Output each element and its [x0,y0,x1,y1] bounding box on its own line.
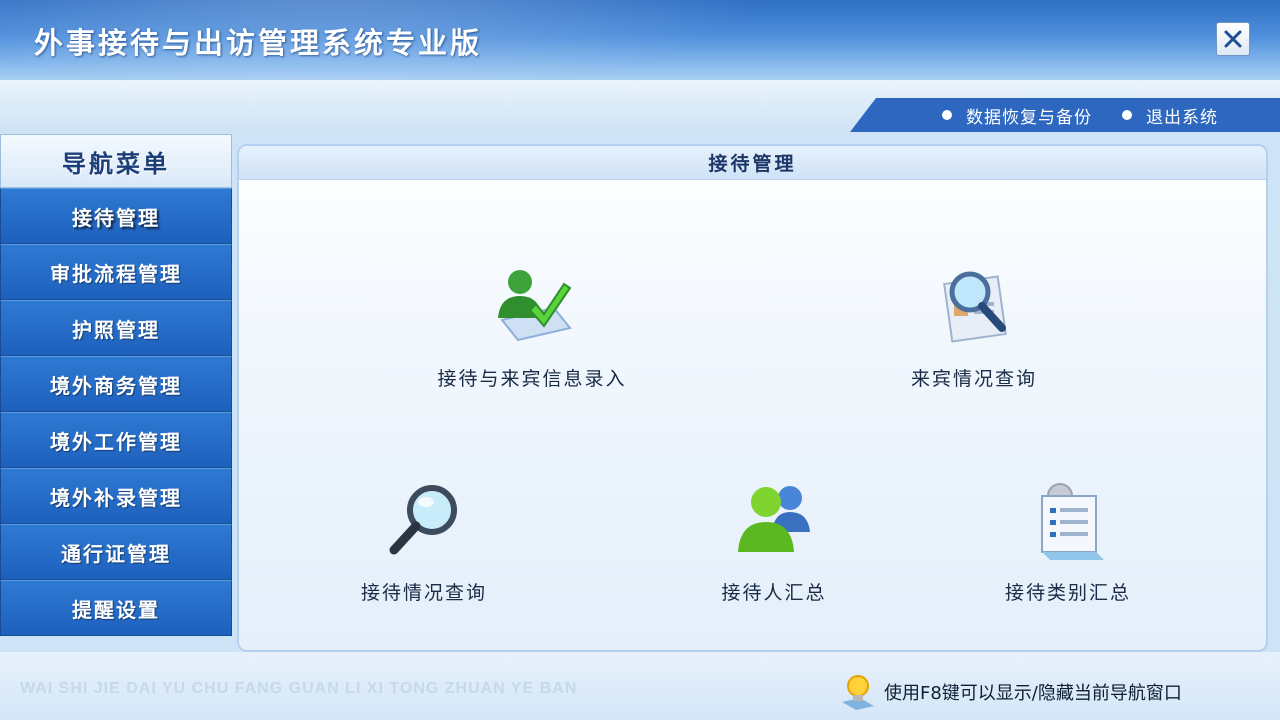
f8-hint-text: 使用F8键可以显示/隐藏当前导航窗口 [884,683,1182,704]
report-settings-icon [1020,472,1116,568]
magnifier-icon [376,472,472,568]
quick-links-bar: 数据恢复与备份 退出系统 [850,98,1280,132]
f8-hint: 使用F8键可以显示/隐藏当前导航窗口 [838,672,1182,712]
close-button[interactable] [1216,22,1250,56]
nav-header: 导航菜单 [0,134,232,188]
nav-item-passport[interactable]: 护照管理 [0,300,232,356]
nav-item-reception[interactable]: 接待管理 [0,188,232,244]
nav-item-overseas-work[interactable]: 境外工作管理 [0,412,232,468]
bullet-icon [942,110,952,120]
lightbulb-icon [842,675,874,710]
document-search-icon [926,258,1022,354]
bullet-icon [1122,110,1132,120]
nav-item-reminder[interactable]: 提醒设置 [0,580,232,636]
feature-receiver-summary[interactable]: 接待人汇总 [659,472,889,605]
feature-label: 接待与来宾信息录入 [437,368,627,390]
panel-title: 接待管理 [239,146,1266,180]
title-bar: 外事接待与出访管理系统专业版 [0,0,1280,80]
exit-system-link[interactable]: 退出系统 [1122,103,1218,128]
pinyin-watermark: WAI SHI JIE DAI YU CHU FANG GUAN LI XI T… [20,680,578,697]
feature-reception-entry[interactable]: 接待与来宾信息录入 [417,258,647,391]
navigation-menu: 导航菜单 接待管理 审批流程管理 护照管理 境外商务管理 境外工作管理 境外补录… [0,134,232,640]
feature-guest-query[interactable]: 来宾情况查询 [859,258,1089,391]
restore-backup-link[interactable]: 数据恢复与备份 [942,103,1092,128]
feature-category-summary[interactable]: 接待类别汇总 [953,472,1183,605]
feature-label: 接待情况查询 [360,582,487,604]
users-icon [726,472,822,568]
feature-reception-query[interactable]: 接待情况查询 [309,472,539,605]
feature-label: 接待类别汇总 [1004,582,1131,604]
feature-label: 来宾情况查询 [910,368,1037,390]
app-title: 外事接待与出访管理系统专业版 [34,26,483,60]
feature-label: 接待人汇总 [721,582,827,604]
nav-item-overseas-supplement[interactable]: 境外补录管理 [0,468,232,524]
status-footer: WAI SHI JIE DAI YU CHU FANG GUAN LI XI T… [0,652,1280,720]
restore-backup-label: 数据恢复与备份 [966,107,1092,128]
user-check-icon [484,258,580,354]
nav-item-permit[interactable]: 通行证管理 [0,524,232,580]
close-icon [1224,30,1242,48]
nav-item-overseas-business[interactable]: 境外商务管理 [0,356,232,412]
exit-system-label: 退出系统 [1146,107,1218,128]
main-panel: 接待管理 接待与来宾信息录入 来宾情况查询 接待情况查询 接待人汇总 接待类别汇… [237,144,1268,652]
nav-item-approval[interactable]: 审批流程管理 [0,244,232,300]
